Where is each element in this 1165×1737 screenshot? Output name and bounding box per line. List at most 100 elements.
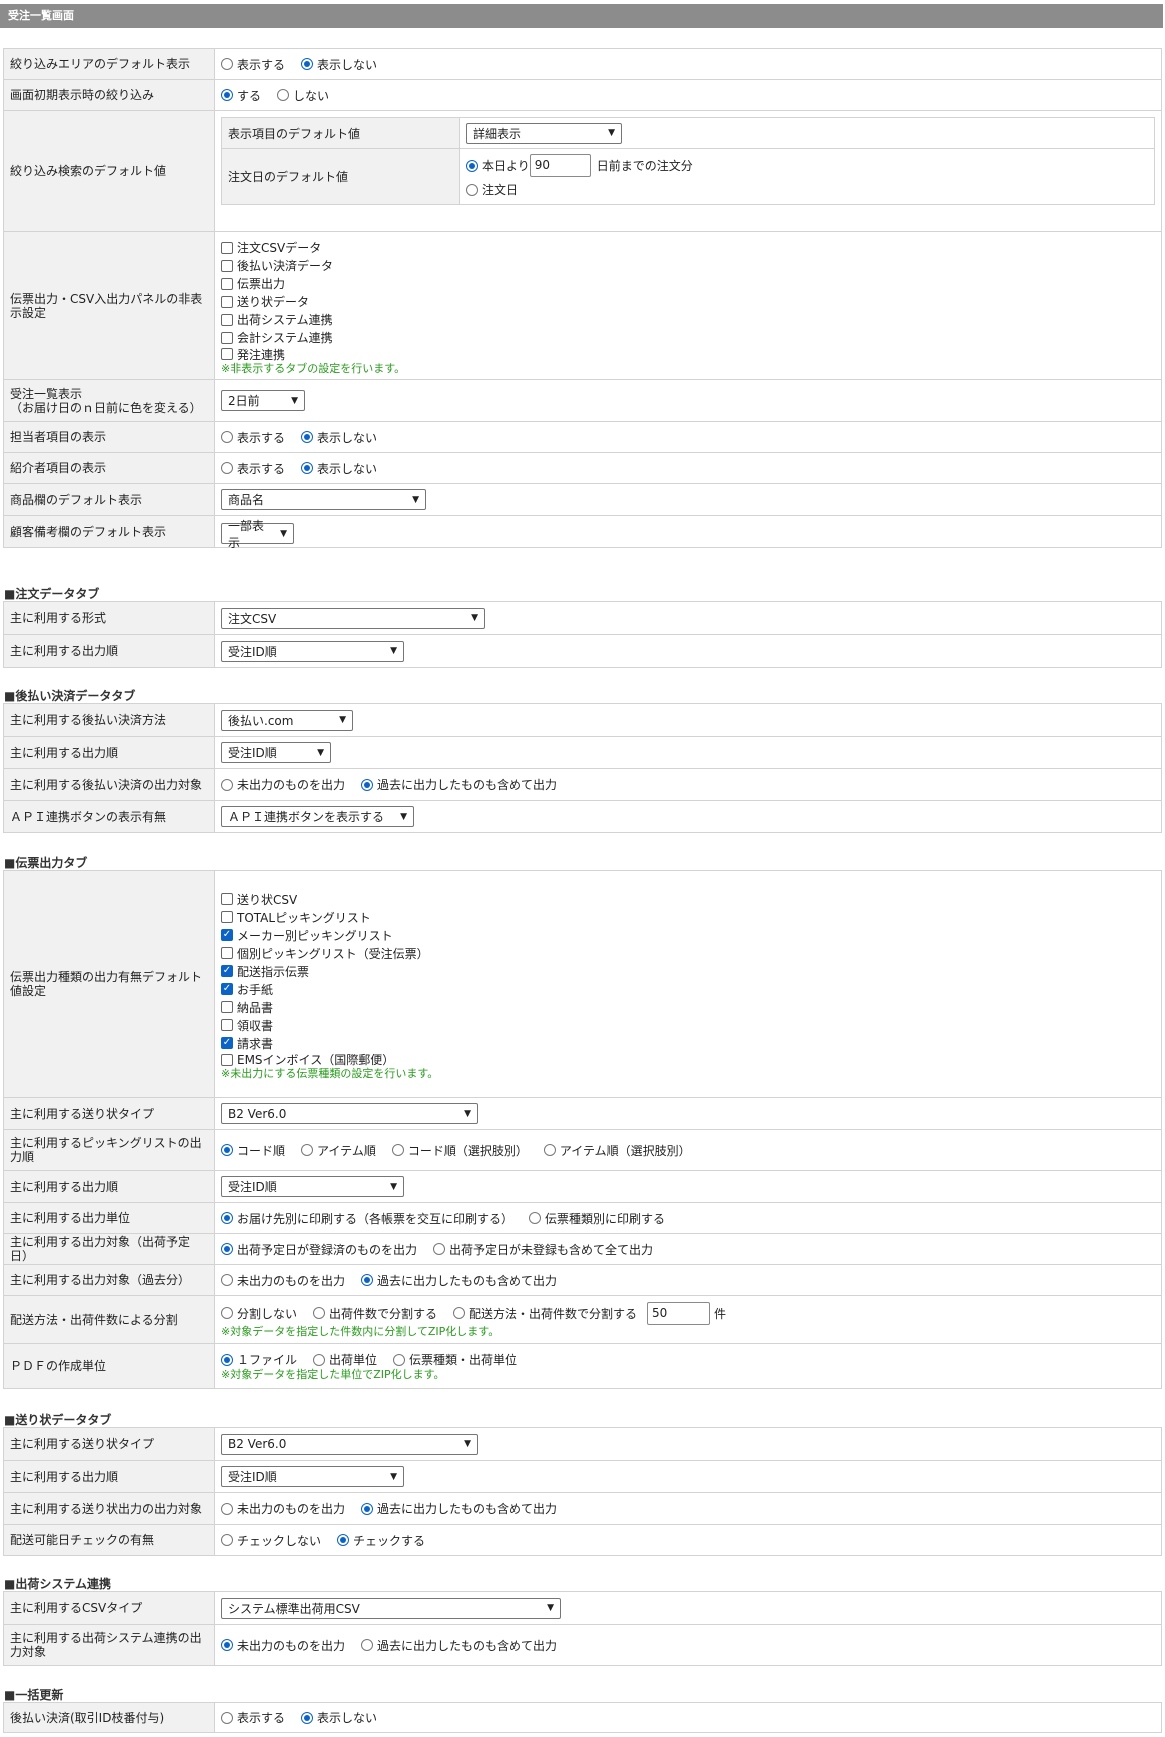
api-button-select[interactable]: ＡＰＩ連携ボタンを表示する ▼	[221, 806, 414, 827]
split-method-count-radio[interactable]: 配送方法・出荷件数で分割する	[453, 1305, 637, 1322]
delivery-check-yes-radio[interactable]: チェックする	[337, 1532, 425, 1549]
pdf-one-file-radio[interactable]: １ファイル	[221, 1351, 297, 1368]
bulk-deferred-show-radio[interactable]: 表示する	[221, 1709, 285, 1726]
list-display-label: 受注一覧表示 （お届け日のｎ日前に色を変える）	[3, 379, 215, 422]
slip-kind-ems[interactable]: EMSインボイス（国際郵便）	[221, 1052, 1155, 1067]
split-label: 配送方法・出荷件数による分割	[3, 1295, 215, 1344]
order-format-label: 主に利用する形式	[3, 601, 215, 635]
order-date-absolute-radio[interactable]	[466, 183, 478, 196]
product-label: 商品欄のデフォルト表示	[3, 483, 215, 516]
panel-item-purchase[interactable]: 発注連携	[221, 347, 1155, 362]
slip-kind-delivery-instruction[interactable]: ✓ 配送指示伝票	[221, 962, 1155, 980]
label-target-all-radio[interactable]: 過去に出力したものも含めて出力	[361, 1500, 557, 1517]
ship-csv-select[interactable]: システム標準出荷用CSV ▼	[221, 1597, 561, 1619]
chevron-down-icon: ▼	[471, 613, 478, 623]
ship-csv-label: 主に利用するCSVタイプ	[3, 1591, 215, 1625]
label-target-label: 主に利用する送り状出力の出力対象	[3, 1492, 215, 1525]
filter-area-hide-radio[interactable]: 表示しない	[301, 56, 377, 73]
slip-kind-letter[interactable]: ✓ お手紙	[221, 980, 1155, 998]
picking-code-radio[interactable]: コード順	[221, 1142, 285, 1159]
filter-area-show-radio[interactable]: 表示する	[221, 56, 285, 73]
slip-target-past-label: 主に利用する出力対象（過去分）	[3, 1264, 215, 1296]
slip-kind-individual-picking[interactable]: 個別ピッキングリスト（受注伝票）	[221, 944, 1155, 962]
slip-order-select[interactable]: 受注ID順 ▼	[221, 1176, 404, 1197]
initial-filter-no-radio[interactable]: しない	[277, 87, 329, 104]
split-unit: 件	[714, 1306, 727, 1321]
staff-show-radio[interactable]: 表示する	[221, 429, 285, 446]
ship-target-new-radio[interactable]: 未出力のものを出力	[221, 1637, 345, 1654]
deferred-tab-table: 主に利用する後払い決済方法 後払い.com ▼ 主に利用する出力順 受注ID順 ▼ …	[3, 703, 1162, 833]
api-button-label: ＡＰＩ連携ボタンの表示有無	[3, 800, 215, 833]
initial-filter-yes-radio[interactable]: する	[221, 87, 261, 104]
deferred-method-select[interactable]: 後払い.com ▼	[221, 709, 353, 731]
order-format-select[interactable]: 注文CSV ▼	[221, 607, 485, 629]
slip-target-ship-registered-radio[interactable]: 出荷予定日が登録済のものを出力	[221, 1241, 417, 1258]
split-none-radio[interactable]: 分割しない	[221, 1305, 297, 1322]
search-default-label: 絞り込み検索のデフォルト値	[3, 110, 215, 232]
slip-kinds-note: ※未出力にする伝票種類の設定を行います。	[221, 1067, 439, 1080]
order-date-absolute-label: 注文日	[482, 183, 519, 197]
deferred-order-select[interactable]: 受注ID順 ▼	[221, 742, 331, 763]
picking-item-choice-radio[interactable]: アイテム順（選択肢別）	[543, 1142, 691, 1159]
slip-unit-destination-radio[interactable]: お届け先別に印刷する（各帳票を交互に印刷する）	[221, 1210, 513, 1227]
panel-item-accounting[interactable]: 会計システム連携	[221, 329, 1155, 347]
pdf-note: ※対象データを指定した単位でZIP化します。	[221, 1368, 445, 1381]
slip-target-ship-all-radio[interactable]: 出荷予定日が未登録も含めて全て出力	[433, 1241, 653, 1258]
bulk-deferred-hide-radio[interactable]: 表示しない	[301, 1709, 377, 1726]
slip-kind-invoice-csv[interactable]: 送り状CSV	[221, 890, 1155, 908]
deferred-target-new-radio[interactable]: 未出力のものを出力	[221, 776, 345, 793]
list-display-select[interactable]: 2日前 ▼	[221, 390, 305, 411]
slip-target-past-new-radio[interactable]: 未出力のものを出力	[221, 1272, 345, 1289]
ship-target-all-radio[interactable]: 過去に出力したものも含めて出力	[361, 1637, 557, 1654]
order-date-relative-radio[interactable]	[466, 159, 478, 172]
slip-tab-title: ■伝票出力タブ	[4, 856, 88, 870]
picking-item-radio[interactable]: アイテム順	[301, 1142, 376, 1159]
slip-kind-total-picking[interactable]: TOTALピッキングリスト	[221, 908, 1155, 926]
chevron-down-icon: ▼	[339, 715, 346, 725]
panel-item-deferred[interactable]: 後払い決済データ	[221, 257, 1155, 275]
chevron-down-icon: ▼	[390, 1181, 397, 1192]
slip-kind-bill[interactable]: ✓ 請求書	[221, 1034, 1155, 1052]
chevron-down-icon: ▼	[400, 811, 407, 822]
referrer-label: 紹介者項目の表示	[3, 452, 215, 484]
general-settings-table: 絞り込みエリアのデフォルト表示 表示する 表示しない 画面初期表示時の絞り込み …	[3, 48, 1162, 550]
label-tab-title: ■送り状データタブ	[4, 1413, 112, 1427]
initial-filter-label: 画面初期表示時の絞り込み	[3, 79, 215, 111]
deferred-order-label: 主に利用する出力順	[3, 736, 215, 769]
split-count-radio[interactable]: 出荷件数で分割する	[313, 1305, 437, 1322]
display-items-select[interactable]: 詳細表示 ▼	[466, 122, 622, 144]
slip-target-ship-label: 主に利用する出力対象（出荷予定日）	[3, 1233, 215, 1265]
panel-item-slip[interactable]: 伝票出力	[221, 275, 1155, 293]
slip-target-past-all-radio[interactable]: 過去に出力したものも含めて出力	[361, 1272, 557, 1289]
order-output-order-select[interactable]: 受注ID順 ▼	[221, 640, 404, 662]
panel-item-label[interactable]: 送り状データ	[221, 293, 1155, 311]
slip-invoice-type-select[interactable]: B2 Ver6.0 ▼	[221, 1103, 478, 1124]
panel-note: ※非表示するタブの設定を行います。	[221, 361, 406, 375]
pdf-kind-ship-unit-radio[interactable]: 伝票種類・出荷単位	[393, 1351, 517, 1368]
customer-select[interactable]: 一部表示 ▼	[221, 519, 294, 550]
slip-kind-receipt[interactable]: 領収書	[221, 1016, 1155, 1034]
product-select[interactable]: 商品名 ▼	[221, 489, 426, 510]
filter-area-label: 絞り込みエリアのデフォルト表示	[3, 48, 215, 80]
panel-item-ship[interactable]: 出荷システム連携	[221, 311, 1155, 329]
pdf-ship-unit-radio[interactable]: 出荷単位	[313, 1351, 377, 1368]
staff-label: 担当者項目の表示	[3, 421, 215, 453]
delivery-check-no-radio[interactable]: チェックしない	[221, 1532, 321, 1549]
label-type-select[interactable]: B2 Ver6.0 ▼	[221, 1433, 478, 1455]
referrer-show-radio[interactable]: 表示する	[221, 460, 285, 477]
label-target-new-radio[interactable]: 未出力のものを出力	[221, 1500, 345, 1517]
slip-kind-maker-picking[interactable]: ✓ メーカー別ピッキングリスト	[221, 926, 1155, 944]
slip-kind-delivery-note[interactable]: 納品書	[221, 998, 1155, 1016]
chevron-down-icon: ▼	[608, 128, 615, 138]
label-order-select[interactable]: 受注ID順 ▼	[221, 1466, 404, 1487]
slip-unit-kind-radio[interactable]: 伝票種類別に印刷する	[529, 1210, 665, 1227]
picking-code-choice-radio[interactable]: コード順（選択肢別）	[391, 1142, 528, 1159]
label-tab-table: 主に利用する送り状タイプ B2 Ver6.0 ▼ 主に利用する出力順 受注ID順 ▼…	[3, 1427, 1162, 1556]
order-date-days-input[interactable]: 90	[529, 154, 591, 177]
bulk-tab-title: ■一括更新	[4, 1688, 64, 1702]
staff-hide-radio[interactable]: 表示しない	[301, 429, 377, 446]
referrer-hide-radio[interactable]: 表示しない	[301, 460, 377, 477]
deferred-target-all-radio[interactable]: 過去に出力したものも含めて出力	[361, 776, 557, 793]
split-count-input[interactable]: 50	[647, 1301, 711, 1325]
panel-item-order-csv[interactable]: 注文CSVデータ	[221, 239, 1155, 257]
